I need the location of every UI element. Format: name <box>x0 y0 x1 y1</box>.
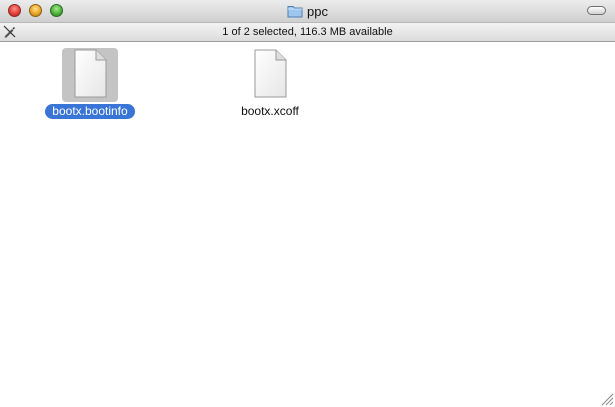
file-name[interactable]: bootx.xcoff <box>234 104 306 119</box>
minimize-button[interactable] <box>29 4 42 17</box>
status-text: 1 of 2 selected, 116.3 MB available <box>222 26 393 38</box>
toolbar-toggle-button[interactable] <box>587 6 606 15</box>
zoom-button[interactable] <box>50 4 63 17</box>
window-title: ppc <box>307 3 328 19</box>
file-item-bootx-bootinfo[interactable]: bootx.bootinfo <box>20 43 160 123</box>
icon-view[interactable]: bootx.bootinfo bootx.xcoff <box>0 42 615 407</box>
file-label-wrap: bootx.bootinfo <box>20 104 160 119</box>
folder-icon <box>287 6 303 18</box>
file-icon-box <box>242 48 298 102</box>
document-icon <box>74 49 107 98</box>
file-name[interactable]: bootx.bootinfo <box>45 104 135 119</box>
document-icon <box>254 49 287 98</box>
finder-window: ppc 1 of 2 selected, 116.3 MB available <box>0 0 615 407</box>
file-item-bootx-xcoff[interactable]: bootx.xcoff <box>200 43 340 123</box>
file-label-wrap: bootx.xcoff <box>200 104 340 119</box>
status-bar: 1 of 2 selected, 116.3 MB available <box>0 23 615 42</box>
close-button[interactable] <box>8 4 21 17</box>
title-bar[interactable]: ppc <box>0 0 615 23</box>
file-icon-selection-box <box>62 48 118 102</box>
window-title-group: ppc <box>0 0 615 22</box>
resize-grip-icon[interactable] <box>601 393 614 406</box>
